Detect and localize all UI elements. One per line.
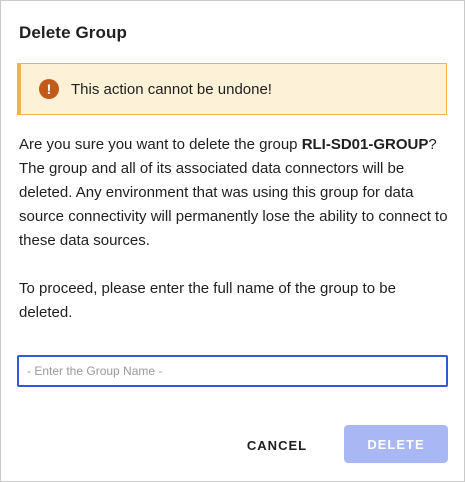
- message-prefix: Are you sure you want to delete the grou…: [19, 136, 302, 153]
- group-name-input[interactable]: [17, 355, 448, 387]
- confirmation-message: Are you sure you want to delete the grou…: [19, 133, 449, 253]
- delete-group-dialog: Delete Group ! This action cannot be und…: [0, 0, 465, 482]
- cancel-button[interactable]: CANCEL: [235, 427, 319, 463]
- warning-alert: ! This action cannot be undone!: [17, 63, 447, 115]
- group-name: RLI-SD01-GROUP: [301, 136, 429, 153]
- proceed-instruction: To proceed, please enter the full name o…: [19, 280, 396, 321]
- dialog-title: Delete Group: [19, 23, 127, 42]
- alert-message: This action cannot be undone!: [71, 80, 272, 98]
- delete-button[interactable]: DELETE: [344, 425, 448, 463]
- exclamation-icon: !: [39, 79, 59, 99]
